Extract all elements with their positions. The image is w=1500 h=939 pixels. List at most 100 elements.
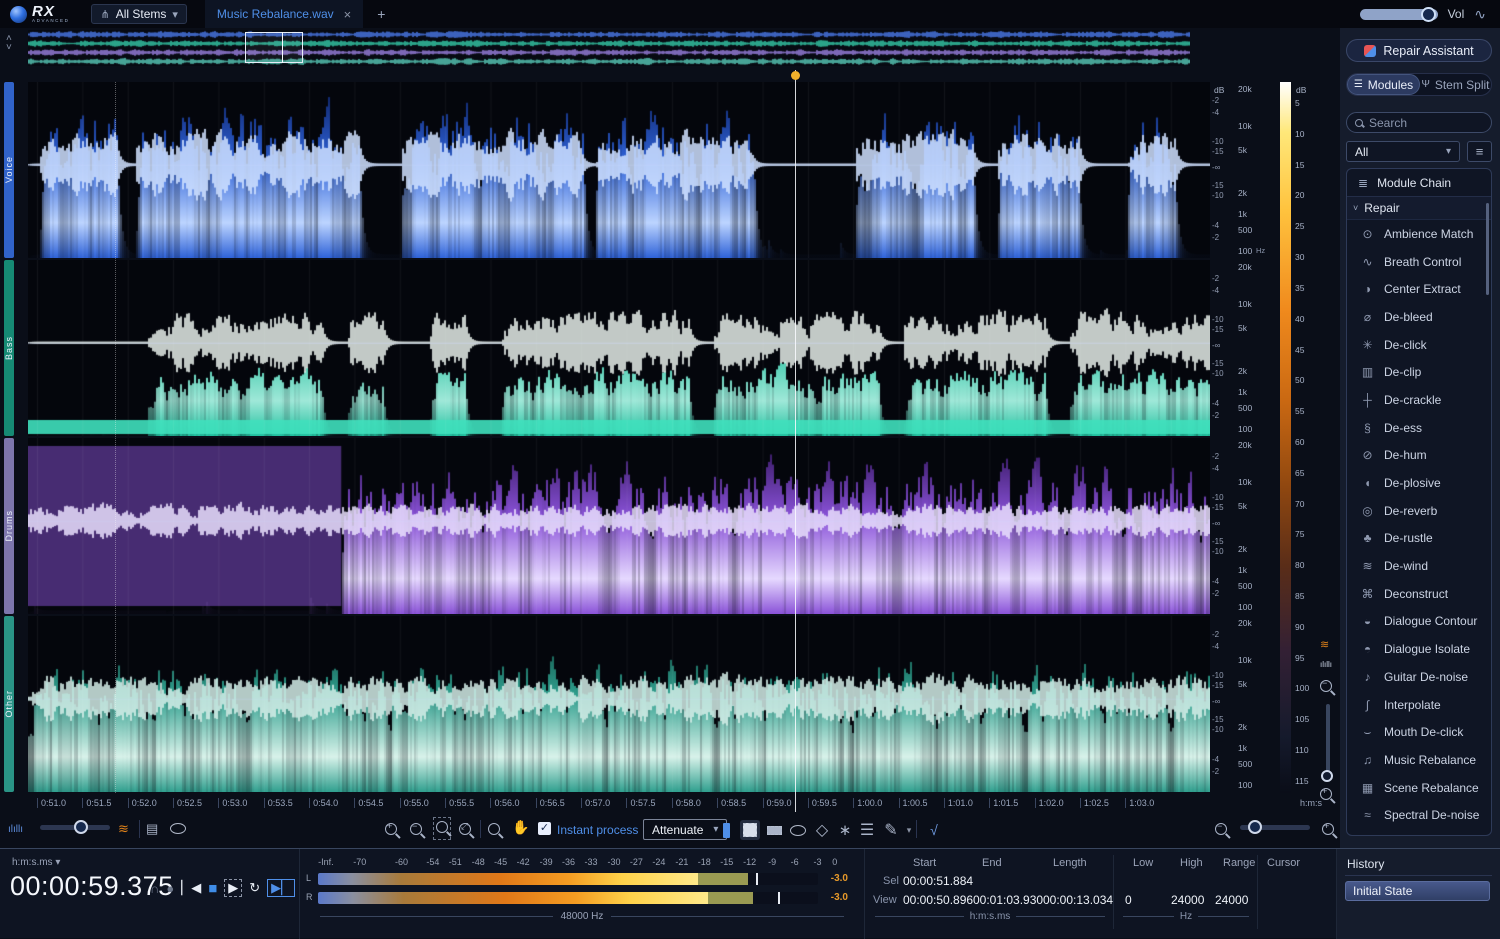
horizontal-zoom-slider[interactable] bbox=[1240, 825, 1310, 830]
play-selection-icon[interactable]: ▶▏ bbox=[267, 879, 295, 897]
time-format-selector[interactable]: h:m:s.ms ▾ bbox=[12, 857, 60, 868]
gain-match-tool[interactable]: √ bbox=[924, 820, 944, 840]
ambience-match-icon[interactable]: ⊙ Ambience Match bbox=[1347, 220, 1491, 248]
spectrogram-waveform-blend-slider[interactable] bbox=[40, 825, 110, 830]
de-bleed-icon[interactable]: ⌀ De-bleed bbox=[1347, 303, 1491, 331]
zoom-out-icon[interactable]: − bbox=[410, 822, 422, 840]
file-tab[interactable]: Music Rebalance.wav × bbox=[205, 0, 363, 28]
record-icon[interactable]: ● bbox=[166, 881, 174, 896]
frequency-selection-tool[interactable] bbox=[764, 820, 784, 840]
view-end-value[interactable]: 00:01:03.930 bbox=[973, 893, 1043, 907]
de-click-icon[interactable]: ✳ De-click bbox=[1347, 331, 1491, 359]
waveform-stats-icon[interactable]: ▤ bbox=[146, 821, 158, 837]
blend-slider-thumb[interactable] bbox=[74, 820, 88, 834]
de-clip-icon[interactable]: ▥ De-clip bbox=[1347, 358, 1491, 386]
de-plosive-icon[interactable]: ◖ De-plosive bbox=[1347, 469, 1491, 497]
loop-icon[interactable]: ↻ bbox=[249, 880, 260, 896]
freq-range-value[interactable]: 24000 bbox=[1215, 893, 1248, 907]
time-frequency-selection-tool[interactable] bbox=[740, 820, 760, 840]
de-hum-icon[interactable]: ⊘ De-hum bbox=[1347, 442, 1491, 470]
process-mode-dropdown[interactable]: Attenuate ▾ bbox=[643, 819, 727, 840]
play-icon[interactable]: ▶ bbox=[224, 879, 242, 897]
module-search[interactable] bbox=[1346, 112, 1492, 133]
scene-rebalance-icon[interactable]: ▦ Scene Rebalance bbox=[1347, 774, 1491, 802]
magnify-tool-icon[interactable] bbox=[488, 822, 500, 840]
return-to-start-icon[interactable]: ▏◀ bbox=[181, 880, 201, 896]
close-tab-icon[interactable]: × bbox=[344, 7, 352, 22]
center-extract-icon[interactable]: ◑ Center Extract bbox=[1347, 275, 1491, 303]
stem-label-drums[interactable]: Drums bbox=[4, 438, 14, 614]
zoom-in-horizontal-icon[interactable]: + bbox=[1322, 822, 1334, 840]
tab-stem-split[interactable]: Ψ Stem Split bbox=[1420, 74, 1491, 95]
de-reverb-icon[interactable]: ◎ De-reverb bbox=[1347, 497, 1491, 525]
freq-low-value[interactable]: 0 bbox=[1125, 893, 1132, 907]
monitor-icon[interactable]: ∩ bbox=[150, 881, 159, 896]
volume-slider[interactable] bbox=[1360, 9, 1438, 20]
brush-tool[interactable]: ✎ bbox=[881, 820, 901, 840]
minimap-view-rectangle[interactable] bbox=[245, 32, 303, 63]
freq-high-value[interactable]: 24000 bbox=[1171, 893, 1204, 907]
spectrogram-drums[interactable] bbox=[28, 438, 1210, 614]
breath-control-icon[interactable]: ∿ Breath Control bbox=[1347, 248, 1491, 276]
module-filter-dropdown[interactable]: All ▾ bbox=[1346, 141, 1460, 162]
playhead-marker-icon[interactable] bbox=[791, 71, 800, 80]
zoom-out-horizontal-icon[interactable]: − bbox=[1215, 822, 1227, 840]
overview-collapse-control[interactable]: ˄ ˅ bbox=[6, 34, 12, 52]
clip-info-icon[interactable] bbox=[170, 821, 186, 838]
dialogue-contour-icon[interactable]: ◒ Dialogue Contour bbox=[1347, 608, 1491, 636]
stem-label-voice[interactable]: Voice bbox=[4, 82, 14, 258]
sel-start-value[interactable]: 00:00:51.884 bbox=[903, 874, 973, 888]
interpolate-icon[interactable]: ∫ Interpolate bbox=[1347, 691, 1491, 719]
zoom-selection-icon[interactable] bbox=[433, 820, 451, 838]
wand-tool[interactable]: ∗ bbox=[835, 820, 855, 840]
mouth-de-click-icon[interactable]: ⌣ Mouth De-click bbox=[1347, 718, 1491, 746]
zoom-in-icon[interactable]: + bbox=[385, 822, 397, 840]
repair-assistant-button[interactable]: Repair Assistant bbox=[1346, 39, 1492, 62]
search-input[interactable] bbox=[1369, 116, 1483, 130]
timeline-ruler[interactable]: 0:51.00:51.50:52.00:52.50:53.00:53.50:54… bbox=[28, 793, 1210, 812]
spectral-de-noise-icon[interactable]: ≈ Spectral De-noise bbox=[1347, 801, 1491, 829]
module-list-options-button[interactable]: ≡ bbox=[1467, 141, 1492, 162]
history-item-initial-state[interactable]: Initial State bbox=[1345, 881, 1490, 901]
view-start-value[interactable]: 00:00:50.896 bbox=[903, 893, 973, 907]
spectrogram-voice[interactable] bbox=[28, 82, 1210, 258]
new-tab-button[interactable]: + bbox=[377, 6, 385, 22]
de-crackle-icon[interactable]: ┼ De-crackle bbox=[1347, 386, 1491, 414]
view-length-value[interactable]: 00:00:13.034 bbox=[1043, 893, 1113, 907]
stem-label-bass[interactable]: Bass bbox=[4, 260, 14, 436]
volume-slider-thumb[interactable] bbox=[1421, 7, 1436, 22]
signal-flow-icon[interactable]: ∿ bbox=[1474, 6, 1486, 23]
guitar-de-noise-icon[interactable]: ♪ Guitar De-noise bbox=[1347, 663, 1491, 691]
spectrogram-other[interactable] bbox=[28, 616, 1210, 792]
vertical-zoom-thumb[interactable] bbox=[1321, 770, 1333, 782]
dialogue-isolate-icon[interactable]: ◓ Dialogue Isolate bbox=[1347, 635, 1491, 663]
deconstruct-icon[interactable]: ⌘ Deconstruct bbox=[1347, 580, 1491, 608]
spectrogram-mode-icon[interactable]: ≋ bbox=[118, 821, 129, 837]
magic-wand-tool[interactable]: ◇ bbox=[812, 820, 832, 840]
hand-tool-icon[interactable]: ✋ bbox=[512, 819, 529, 836]
module-list-scrollbar[interactable] bbox=[1486, 203, 1489, 295]
tab-modules[interactable]: ☰ Modules bbox=[1347, 74, 1420, 95]
repair-section-header[interactable]: ˅ Repair bbox=[1347, 197, 1491, 220]
playhead[interactable] bbox=[795, 70, 796, 812]
module-chain-item[interactable]: ≣ Module Chain bbox=[1347, 169, 1491, 197]
instant-process-label[interactable]: Instant process bbox=[557, 823, 638, 837]
de-wind-icon[interactable]: ≋ De-wind bbox=[1347, 552, 1491, 580]
minimap-canvas[interactable] bbox=[28, 30, 1190, 66]
de-rustle-icon[interactable]: ♣ De-rustle bbox=[1347, 525, 1491, 553]
lasso-selection-tool[interactable] bbox=[788, 820, 808, 840]
harmonic-selection-tool[interactable]: ☰ bbox=[857, 820, 877, 840]
music-rebalance-icon[interactable]: ♫ Music Rebalance bbox=[1347, 746, 1491, 774]
zoom-fit-icon[interactable]: ⤢ bbox=[459, 822, 471, 840]
zoom-out-vertical-icon[interactable]: − bbox=[1320, 680, 1332, 695]
waveform-mode-icon[interactable]: ılıllı bbox=[8, 824, 23, 835]
horizontal-zoom-thumb[interactable] bbox=[1248, 820, 1262, 834]
vertical-zoom-slider[interactable] bbox=[1326, 704, 1330, 774]
time-selection-tool[interactable] bbox=[716, 820, 736, 840]
instant-process-checkbox[interactable]: ✓ bbox=[538, 822, 551, 835]
stem-label-other[interactable]: Other bbox=[4, 616, 14, 792]
stop-icon[interactable]: ■ bbox=[208, 880, 217, 897]
spectrogram-view-icon[interactable]: ≋ bbox=[1320, 638, 1329, 651]
spectrogram-bass[interactable] bbox=[28, 260, 1210, 436]
stem-selector-dropdown[interactable]: ⋔ All Stems ▾ bbox=[91, 4, 186, 24]
